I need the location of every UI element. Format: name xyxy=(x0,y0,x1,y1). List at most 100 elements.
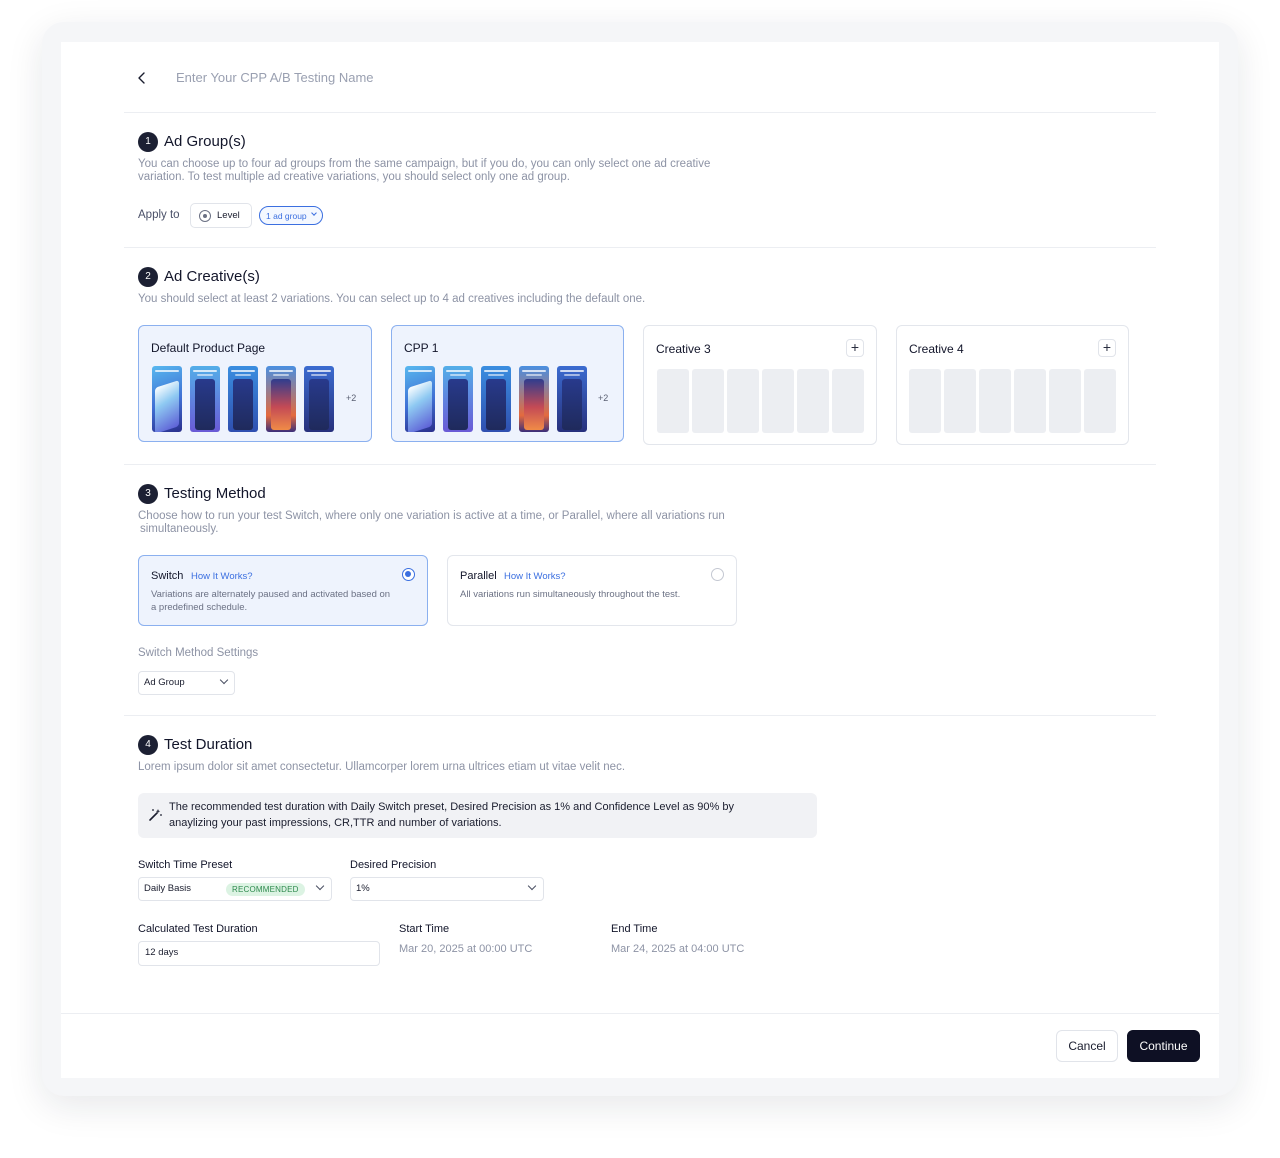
section-title-test-duration: Test Duration xyxy=(164,736,253,753)
step-number-3: 3 xyxy=(138,484,158,504)
screenshot-placeholder xyxy=(692,369,724,433)
divider xyxy=(124,715,1156,716)
creative-card-default[interactable]: Default Product Page +2 xyxy=(138,325,372,442)
chevron-down-icon xyxy=(315,881,325,891)
select-value: 1% xyxy=(356,883,370,894)
switch-radio[interactable] xyxy=(402,568,415,581)
divider xyxy=(124,464,1156,465)
creative-title: CPP 1 xyxy=(404,341,439,355)
screenshot-placeholder xyxy=(1049,369,1081,433)
screenshot-thumbnail xyxy=(557,366,587,432)
footer-divider xyxy=(61,1013,1219,1014)
creative-card-cpp1[interactable]: CPP 1 +2 xyxy=(391,325,624,442)
plus-icon: + xyxy=(1102,339,1112,355)
calculated-duration-field[interactable]: 12 days xyxy=(138,941,380,966)
field-value: 12 days xyxy=(145,947,179,958)
screenshot-placeholder xyxy=(797,369,829,433)
screenshot-thumbnail xyxy=(405,366,435,432)
screenshot-placeholder xyxy=(727,369,759,433)
screenshot-placeholder xyxy=(1014,369,1046,433)
section-description: simultaneously. xyxy=(140,523,219,535)
precision-label: Desired Precision xyxy=(350,859,437,871)
screenshot-thumbnail xyxy=(152,366,182,432)
continue-button[interactable]: Continue xyxy=(1127,1030,1200,1062)
screenshot-placeholder xyxy=(657,369,689,433)
section-title-testing-method: Testing Method xyxy=(164,485,266,502)
switch-settings-select[interactable]: Ad Group xyxy=(138,671,235,695)
select-value: Ad Group xyxy=(144,677,185,688)
recommendation-text: The recommended test duration with Daily… xyxy=(169,801,734,813)
section-description: Lorem ipsum dolor sit amet consectetur. … xyxy=(138,761,626,773)
screenshot-thumbnail xyxy=(228,366,258,432)
level-label: Level xyxy=(217,210,240,221)
end-time-value: Mar 24, 2025 at 04:00 UTC xyxy=(611,943,745,955)
section-description: variation. To test multiple ad creative … xyxy=(138,171,570,183)
apply-to-label: Apply to xyxy=(138,209,180,221)
screenshot-placeholder xyxy=(944,369,976,433)
method-title: Switch xyxy=(151,570,184,582)
recommendation-banner: The recommended test duration with Daily… xyxy=(138,793,817,838)
method-description: Variations are alternately paused and ac… xyxy=(151,589,391,600)
add-creative-button[interactable]: + xyxy=(1098,339,1116,357)
add-creative-button[interactable]: + xyxy=(846,339,864,357)
screenshot-thumbnail xyxy=(519,366,549,432)
plus-icon: + xyxy=(850,339,860,355)
select-value: Daily Basis xyxy=(144,883,191,894)
duration-label: Calculated Test Duration xyxy=(138,923,258,935)
screenshot-placeholder xyxy=(762,369,794,433)
section-description: You should select at least 2 variations.… xyxy=(138,293,646,305)
test-name-input[interactable] xyxy=(176,66,596,88)
divider xyxy=(124,247,1156,248)
cancel-button[interactable]: Cancel xyxy=(1056,1030,1118,1062)
recommended-badge: RECOMMENDED xyxy=(226,883,305,896)
parallel-radio[interactable] xyxy=(711,568,724,581)
creative-card-3[interactable]: Creative 3 + xyxy=(643,325,877,445)
section-description: Choose how to run your test Switch, wher… xyxy=(138,510,725,522)
method-description: All variations run simultaneously throug… xyxy=(460,589,681,600)
chevron-down-icon xyxy=(311,210,317,216)
target-icon xyxy=(199,210,211,222)
screenshot-thumbnail xyxy=(266,366,296,432)
magic-wand-icon xyxy=(149,809,162,821)
how-it-works-link[interactable]: How It Works? xyxy=(191,571,253,582)
switch-settings-label: Switch Method Settings xyxy=(138,647,259,659)
creative-card-4[interactable]: Creative 4 + xyxy=(896,325,1129,445)
ad-group-count-pill[interactable]: 1 ad group xyxy=(259,206,323,225)
start-time-value: Mar 20, 2025 at 00:00 UTC xyxy=(399,943,533,955)
start-time-label: Start Time xyxy=(399,923,450,935)
screenshot-thumbnail xyxy=(304,366,334,432)
method-description: a predefined schedule. xyxy=(151,602,248,613)
screenshot-placeholder xyxy=(979,369,1011,433)
screenshot-placeholder xyxy=(909,369,941,433)
back-button[interactable] xyxy=(134,70,150,86)
divider xyxy=(124,112,1156,113)
step-number-2: 2 xyxy=(138,267,158,287)
method-option-switch[interactable]: Switch How It Works? Variations are alte… xyxy=(138,555,428,626)
creative-title: Default Product Page xyxy=(151,341,266,355)
screenshot-thumbnail xyxy=(443,366,473,432)
creative-title: Creative 3 xyxy=(656,342,711,356)
section-title-ad-groups: Ad Group(s) xyxy=(164,133,246,150)
recommendation-text: anaylizing your past impressions, CR,TTR… xyxy=(169,817,502,829)
screenshot-thumbnail xyxy=(190,366,220,432)
step-number-4: 4 xyxy=(138,735,158,755)
method-title: Parallel xyxy=(460,570,497,582)
switch-time-preset-select[interactable]: Daily Basis RECOMMENDED xyxy=(138,877,332,901)
level-chip[interactable]: Level xyxy=(190,203,252,228)
step-number-1: 1 xyxy=(138,132,158,152)
screenshot-thumbnail xyxy=(481,366,511,432)
screenshot-placeholder xyxy=(832,369,864,433)
screenshot-placeholder xyxy=(1084,369,1116,433)
creative-title: Creative 4 xyxy=(909,342,964,356)
desired-precision-select[interactable]: 1% xyxy=(350,877,544,901)
more-screenshots-count: +2 xyxy=(346,393,357,403)
end-time-label: End Time xyxy=(611,923,658,935)
chevron-down-icon xyxy=(527,881,537,891)
preset-label: Switch Time Preset xyxy=(138,859,233,871)
ad-group-count-label: 1 ad group xyxy=(266,211,307,221)
method-option-parallel[interactable]: Parallel How It Works? All variations ru… xyxy=(447,555,737,626)
how-it-works-link[interactable]: How It Works? xyxy=(504,571,566,582)
chevron-down-icon xyxy=(219,675,229,685)
chevron-left-icon xyxy=(138,72,145,84)
section-title-ad-creatives: Ad Creative(s) xyxy=(164,268,260,285)
